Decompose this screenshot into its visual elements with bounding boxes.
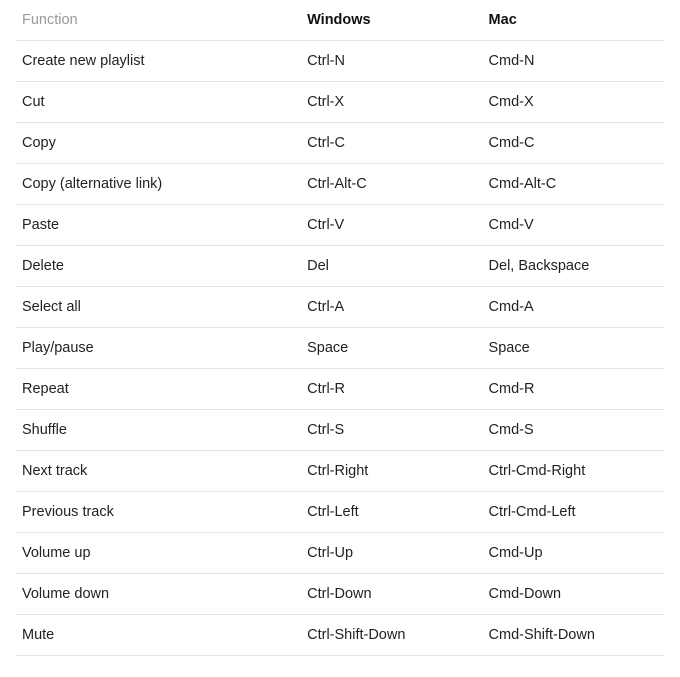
- cell-function: Copy: [16, 123, 301, 164]
- cell-function: Volume up: [16, 533, 301, 574]
- cell-function: Cut: [16, 82, 301, 123]
- header-function: Function: [16, 8, 301, 41]
- cell-function: Repeat: [16, 369, 301, 410]
- table-row: Paste Ctrl-V Cmd-V: [16, 205, 664, 246]
- cell-function: Select all: [16, 287, 301, 328]
- table-row: Create new playlist Ctrl-N Cmd-N: [16, 41, 664, 82]
- table-row: Next track Ctrl-Right Ctrl-Cmd-Right: [16, 451, 664, 492]
- table-row: Play/pause Space Space: [16, 328, 664, 369]
- table-row: Volume down Ctrl-Down Cmd-Down: [16, 574, 664, 615]
- table-row: Previous track Ctrl-Left Ctrl-Cmd-Left: [16, 492, 664, 533]
- cell-mac: Ctrl-Cmd-Right: [483, 451, 664, 492]
- cell-mac: Space: [483, 328, 664, 369]
- table-header-row: Function Windows Mac: [16, 8, 664, 41]
- cell-mac: Cmd-S: [483, 410, 664, 451]
- table-row: Delete Del Del, Backspace: [16, 246, 664, 287]
- header-mac: Mac: [483, 8, 664, 41]
- cell-windows: Ctrl-Shift-Down: [301, 615, 482, 656]
- cell-mac: Cmd-Alt-C: [483, 164, 664, 205]
- cell-windows: Ctrl-Down: [301, 574, 482, 615]
- cell-windows: Ctrl-Left: [301, 492, 482, 533]
- cell-function: Next track: [16, 451, 301, 492]
- cell-windows: Ctrl-R: [301, 369, 482, 410]
- cell-function: Previous track: [16, 492, 301, 533]
- table-row: Mute Ctrl-Shift-Down Cmd-Shift-Down: [16, 615, 664, 656]
- cell-mac: Ctrl-Cmd-Left: [483, 492, 664, 533]
- cell-windows: Ctrl-S: [301, 410, 482, 451]
- cell-mac: Cmd-Down: [483, 574, 664, 615]
- cell-windows: Del: [301, 246, 482, 287]
- table-row: Shuffle Ctrl-S Cmd-S: [16, 410, 664, 451]
- cell-windows: Ctrl-A: [301, 287, 482, 328]
- table-row: Repeat Ctrl-R Cmd-R: [16, 369, 664, 410]
- table-row: Volume up Ctrl-Up Cmd-Up: [16, 533, 664, 574]
- cell-mac: Cmd-Up: [483, 533, 664, 574]
- cell-function: Delete: [16, 246, 301, 287]
- cell-function: Play/pause: [16, 328, 301, 369]
- table-row: Select all Ctrl-A Cmd-A: [16, 287, 664, 328]
- cell-windows: Ctrl-Right: [301, 451, 482, 492]
- cell-function: Volume down: [16, 574, 301, 615]
- cell-function: Create new playlist: [16, 41, 301, 82]
- table-row: Copy Ctrl-C Cmd-C: [16, 123, 664, 164]
- cell-mac: Del, Backspace: [483, 246, 664, 287]
- cell-function: Copy (alternative link): [16, 164, 301, 205]
- table-row: Copy (alternative link) Ctrl-Alt-C Cmd-A…: [16, 164, 664, 205]
- cell-function: Paste: [16, 205, 301, 246]
- table-body: Create new playlist Ctrl-N Cmd-N Cut Ctr…: [16, 41, 664, 656]
- table-row: Cut Ctrl-X Cmd-X: [16, 82, 664, 123]
- cell-mac: Cmd-X: [483, 82, 664, 123]
- cell-function: Mute: [16, 615, 301, 656]
- cell-windows: Ctrl-Alt-C: [301, 164, 482, 205]
- cell-mac: Cmd-A: [483, 287, 664, 328]
- cell-windows: Ctrl-X: [301, 82, 482, 123]
- header-windows: Windows: [301, 8, 482, 41]
- cell-mac: Cmd-N: [483, 41, 664, 82]
- shortcuts-table: Function Windows Mac Create new playlist…: [16, 8, 664, 656]
- cell-mac: Cmd-V: [483, 205, 664, 246]
- cell-function: Shuffle: [16, 410, 301, 451]
- cell-mac: Cmd-C: [483, 123, 664, 164]
- cell-mac: Cmd-Shift-Down: [483, 615, 664, 656]
- cell-windows: Ctrl-C: [301, 123, 482, 164]
- cell-windows: Space: [301, 328, 482, 369]
- cell-windows: Ctrl-Up: [301, 533, 482, 574]
- cell-windows: Ctrl-V: [301, 205, 482, 246]
- cell-mac: Cmd-R: [483, 369, 664, 410]
- cell-windows: Ctrl-N: [301, 41, 482, 82]
